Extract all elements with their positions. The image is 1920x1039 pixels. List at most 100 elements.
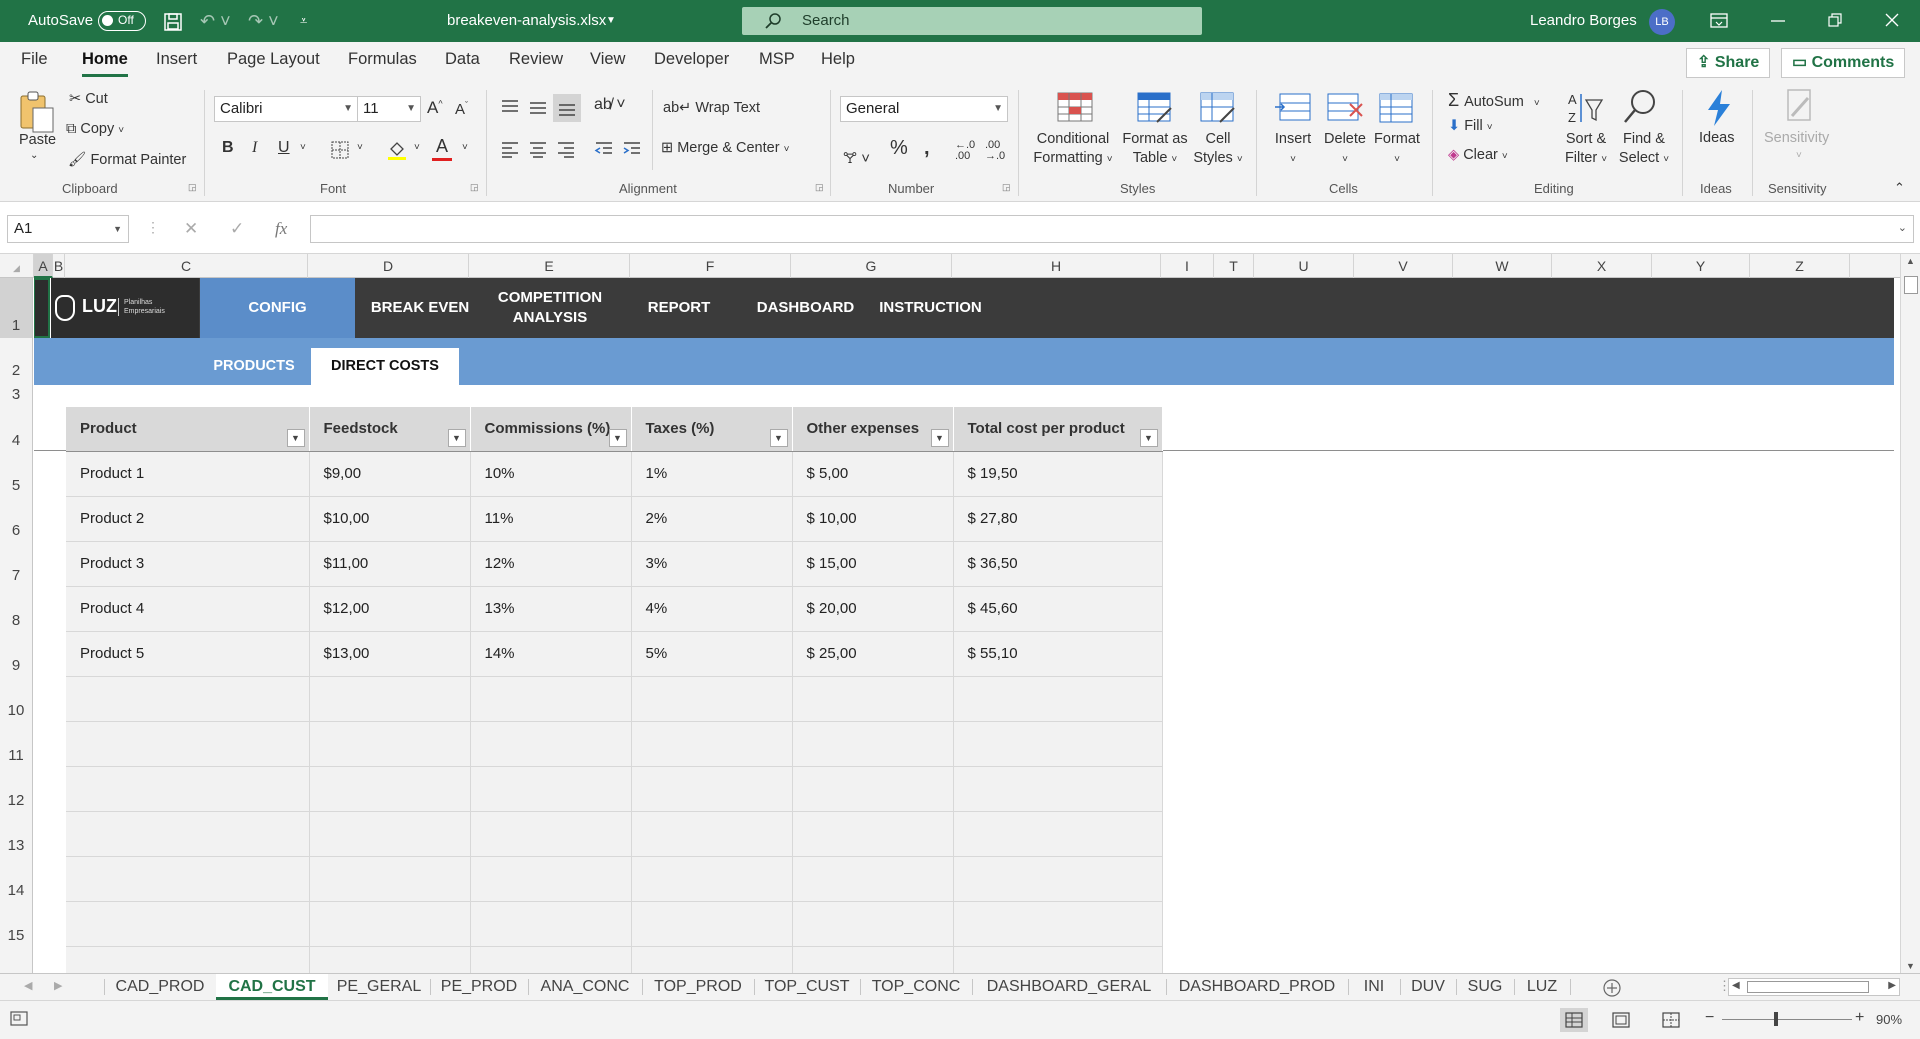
row-header-8[interactable]: 8 bbox=[0, 586, 33, 631]
column-header-b[interactable]: B bbox=[53, 254, 65, 278]
font-color-chevron-icon[interactable]: ˅ bbox=[462, 142, 468, 153]
search-box[interactable]: Search bbox=[742, 7, 1202, 35]
subtab-direct-costs[interactable]: DIRECT COSTS bbox=[311, 348, 459, 385]
subtab-products[interactable]: PRODUCTS bbox=[184, 348, 324, 385]
menu-formulas[interactable]: Formulas bbox=[348, 50, 417, 69]
normal-view-icon[interactable] bbox=[1560, 1008, 1588, 1032]
sheet-grid[interactable]: LUZ Planilhas Empresariais CONFIG BREAK E… bbox=[34, 278, 1894, 973]
align-center-icon[interactable] bbox=[528, 140, 548, 158]
find-select-icon[interactable] bbox=[1622, 88, 1658, 128]
empty-cell[interactable] bbox=[66, 946, 310, 973]
row-header-12[interactable]: 12 bbox=[0, 766, 33, 811]
empty-cell[interactable] bbox=[309, 766, 471, 812]
empty-cell[interactable] bbox=[66, 811, 310, 857]
filter-dropdown-icon[interactable]: ▼ bbox=[930, 428, 949, 447]
row-header-7[interactable]: 7 bbox=[0, 541, 33, 586]
orientation-icon[interactable]: ab̸ ˅ bbox=[594, 96, 626, 114]
font-size-dropdown[interactable]: 11 ▼ bbox=[357, 96, 421, 122]
empty-cell[interactable] bbox=[66, 766, 310, 812]
empty-cell[interactable] bbox=[953, 946, 1163, 973]
scroll-thumb[interactable] bbox=[1904, 276, 1918, 294]
fill-color-icon[interactable] bbox=[386, 139, 408, 161]
share-button[interactable]: ⇪ Share bbox=[1686, 48, 1771, 78]
empty-cell[interactable] bbox=[470, 811, 632, 857]
empty-cell[interactable] bbox=[66, 676, 310, 722]
sheet-tab-sug[interactable]: SUG bbox=[1456, 974, 1514, 1000]
empty-cell[interactable] bbox=[66, 901, 310, 947]
column-header-i[interactable]: I bbox=[1161, 254, 1214, 278]
row-header-11[interactable]: 11 bbox=[0, 721, 33, 766]
borders-icon[interactable] bbox=[330, 140, 350, 160]
borders-chevron-icon[interactable]: ˅ bbox=[357, 142, 363, 153]
column-header-w[interactable]: W bbox=[1453, 254, 1552, 278]
user-name[interactable]: Leandro Borges bbox=[1530, 0, 1637, 42]
menu-help[interactable]: Help bbox=[821, 50, 855, 69]
font-color-icon[interactable]: A bbox=[436, 136, 448, 157]
ribbon-display-icon[interactable] bbox=[1710, 13, 1728, 29]
empty-cell[interactable] bbox=[792, 721, 954, 767]
empty-cell[interactable] bbox=[953, 676, 1163, 722]
cell-feedstock[interactable]: $13,00 bbox=[309, 631, 471, 677]
cell-styles-icon[interactable] bbox=[1200, 92, 1236, 126]
empty-cell[interactable] bbox=[470, 766, 632, 812]
align-right-icon[interactable] bbox=[556, 140, 576, 158]
empty-cell[interactable] bbox=[66, 721, 310, 767]
zoom-level[interactable]: 90% bbox=[1876, 1012, 1902, 1027]
menu-home[interactable]: Home bbox=[82, 50, 128, 77]
cell-feedstock[interactable]: $9,00 bbox=[309, 451, 471, 497]
clipboard-launcher-icon[interactable]: ◲ bbox=[188, 182, 197, 193]
cell-feedstock[interactable]: $12,00 bbox=[309, 586, 471, 632]
cell-feedstock[interactable]: $11,00 bbox=[309, 541, 471, 587]
empty-cell[interactable] bbox=[309, 901, 471, 947]
menu-review[interactable]: Review bbox=[509, 50, 563, 69]
empty-cell[interactable] bbox=[631, 676, 793, 722]
filter-dropdown-icon[interactable]: ▼ bbox=[608, 428, 627, 447]
sheet-tab-dashboard-prod[interactable]: DASHBOARD_PROD bbox=[1166, 974, 1348, 1000]
minimize-icon[interactable] bbox=[1771, 20, 1785, 22]
cell-taxes[interactable]: 3% bbox=[631, 541, 793, 587]
cell-other-expenses[interactable]: $ 20,00 bbox=[792, 586, 954, 632]
empty-cell[interactable] bbox=[953, 721, 1163, 767]
sheet-tab-pe-prod[interactable]: PE_PROD bbox=[430, 974, 528, 1000]
cell-product[interactable]: Product 2 bbox=[66, 496, 310, 542]
ideas-button[interactable]: Ideas bbox=[1699, 130, 1734, 146]
underline-icon[interactable]: U bbox=[278, 139, 290, 157]
menu-msp[interactable]: MSP bbox=[759, 50, 795, 69]
file-name[interactable]: breakeven-analysis.xlsx bbox=[447, 0, 606, 42]
cell-other-expenses[interactable]: $ 5,00 bbox=[792, 451, 954, 497]
column-header-d[interactable]: D bbox=[308, 254, 469, 278]
save-icon[interactable] bbox=[163, 12, 183, 32]
copy-button[interactable]: ⧉ Copy ˅ bbox=[66, 121, 124, 137]
cell-taxes[interactable]: 5% bbox=[631, 631, 793, 677]
page-break-view-icon[interactable] bbox=[1662, 1012, 1680, 1028]
cell-product[interactable]: Product 4 bbox=[66, 586, 310, 632]
sheet-tab-top-conc[interactable]: TOP_CONC bbox=[860, 974, 972, 1000]
empty-cell[interactable] bbox=[470, 901, 632, 947]
filter-dropdown-icon[interactable]: ▼ bbox=[447, 428, 466, 447]
decrease-indent-icon[interactable] bbox=[594, 140, 614, 158]
empty-cell[interactable] bbox=[953, 856, 1163, 902]
empty-cell[interactable] bbox=[309, 721, 471, 767]
collapse-ribbon-icon[interactable]: ⌃ bbox=[1894, 180, 1905, 196]
delete-button[interactable]: Delete ˅ bbox=[1318, 130, 1372, 169]
cell-taxes[interactable]: 2% bbox=[631, 496, 793, 542]
cell-product[interactable]: Product 3 bbox=[66, 541, 310, 587]
column-header-x[interactable]: X bbox=[1552, 254, 1652, 278]
empty-cell[interactable] bbox=[792, 946, 954, 973]
name-box[interactable]: A1 ▼ bbox=[7, 215, 129, 243]
empty-cell[interactable] bbox=[470, 676, 632, 722]
empty-cell[interactable] bbox=[470, 856, 632, 902]
sheet-tab-ini[interactable]: INI bbox=[1348, 974, 1400, 1000]
scroll-up-icon[interactable]: ▲ bbox=[1906, 256, 1915, 266]
conditional-formatting-icon[interactable] bbox=[1057, 92, 1093, 124]
column-header-product[interactable]: Product ▼ bbox=[66, 407, 310, 452]
cell-commissions[interactable]: 11% bbox=[470, 496, 632, 542]
empty-cell[interactable] bbox=[792, 901, 954, 947]
cell-taxes[interactable]: 4% bbox=[631, 586, 793, 632]
column-header-e[interactable]: E bbox=[469, 254, 630, 278]
accounting-format-icon[interactable]: 🝖 ˅ bbox=[843, 141, 870, 172]
nav-dashboard[interactable]: DASHBOARD bbox=[743, 278, 868, 338]
cell-product[interactable]: Product 5 bbox=[66, 631, 310, 677]
empty-cell[interactable] bbox=[631, 766, 793, 812]
bold-icon[interactable]: B bbox=[222, 139, 234, 157]
